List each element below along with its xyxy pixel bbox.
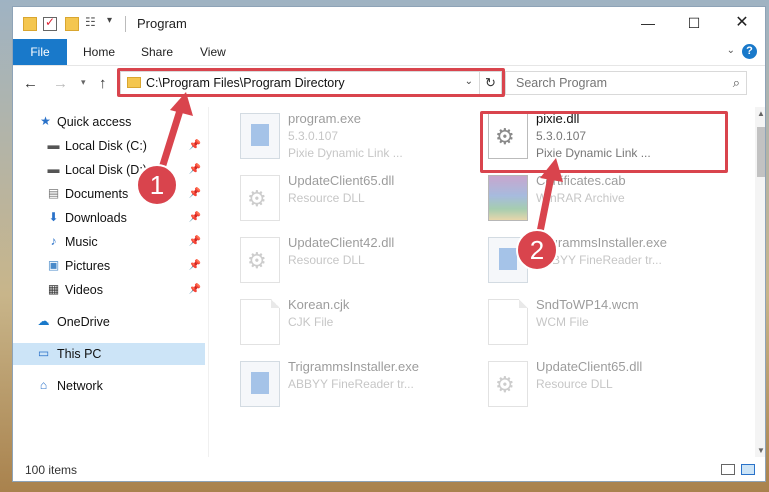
arrow-1-shaft bbox=[158, 102, 186, 170]
arrow-2-shaft bbox=[536, 171, 556, 233]
callout-two: 2 bbox=[516, 229, 558, 271]
arrow-1-head bbox=[170, 92, 193, 116]
annotation-arrows bbox=[158, 92, 563, 233]
callout-one: 1 bbox=[136, 164, 178, 206]
arrow-2-head bbox=[540, 158, 563, 182]
